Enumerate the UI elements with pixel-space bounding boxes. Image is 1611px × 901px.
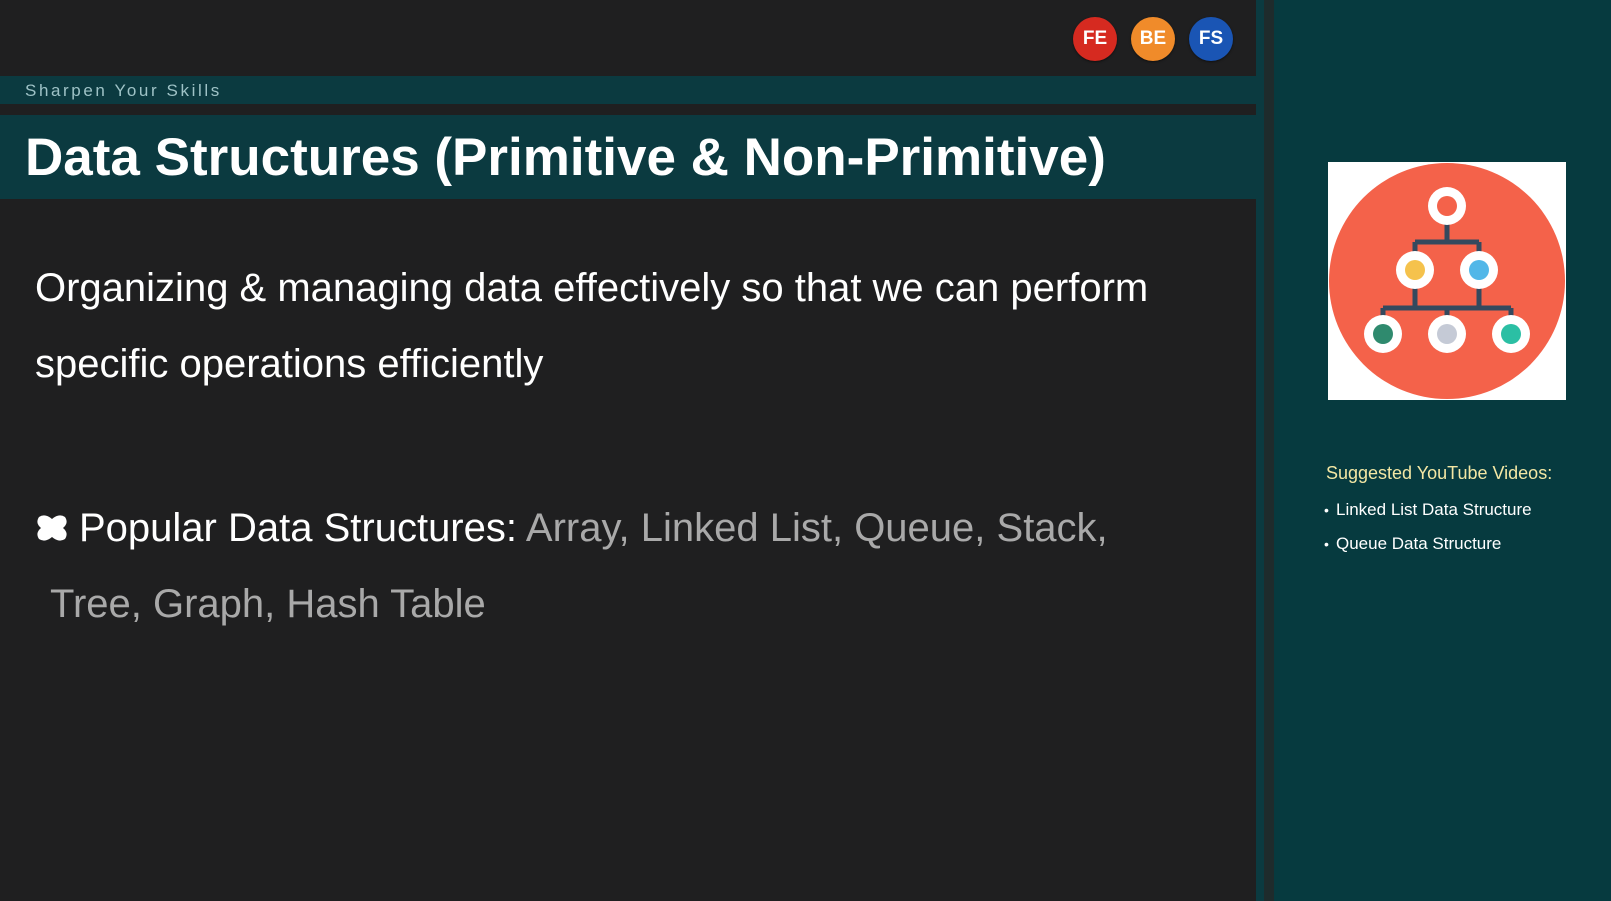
series-strap-text: Sharpen Your Skills [25, 81, 222, 100]
suggested-video-label: Queue Data Structure [1336, 534, 1502, 553]
track-badges: FE BE FS [1073, 17, 1233, 61]
popular-label: Popular Data Structures: [79, 506, 517, 550]
slide: FE BE FS Sharpen Your Skills Data Struct… [0, 0, 1256, 901]
suggested-video-item[interactable]: • Queue Data Structure [1324, 527, 1532, 561]
badge-fe: FE [1073, 17, 1117, 61]
bullet-icon: • [1324, 502, 1329, 518]
bullet-pin-icon [37, 515, 67, 541]
suggested-video-label: Linked List Data Structure [1336, 500, 1532, 519]
suggested-videos-list: • Linked List Data Structure • Queue Data … [1324, 493, 1532, 561]
suggested-video-item[interactable]: • Linked List Data Structure [1324, 493, 1532, 527]
badge-be: BE [1131, 17, 1175, 61]
badge-fs: FS [1189, 17, 1233, 61]
popular-items-line2: Tree, Graph, Hash Table [50, 582, 486, 626]
tree-hierarchy-icon [1329, 163, 1565, 399]
slide-title: Data Structures (Primitive & Non-Primiti… [25, 128, 1106, 187]
thumbnail-card [1328, 162, 1566, 400]
suggested-videos-title: Suggested YouTube Videos: [1326, 463, 1553, 483]
bullet-icon: • [1324, 536, 1329, 552]
definition-text: Organizing & managing data effectively s… [35, 266, 1149, 386]
slide-header: FE BE FS [0, 0, 1256, 76]
panel-divider [1256, 0, 1274, 901]
popular-data-structures: Popular Data Structures: Array, Linked L… [35, 490, 1235, 566]
sidebar: Suggested YouTube Videos: • Linked List D… [1274, 0, 1611, 901]
popular-items-line1: Array, Linked List, Queue, Stack, [525, 506, 1108, 550]
series-strap: Sharpen Your Skills [0, 76, 1256, 104]
presentation-stage: FE BE FS Sharpen Your Skills Data Struct… [0, 0, 1611, 901]
slide-title-bar: Data Structures (Primitive & Non-Primiti… [0, 115, 1256, 199]
